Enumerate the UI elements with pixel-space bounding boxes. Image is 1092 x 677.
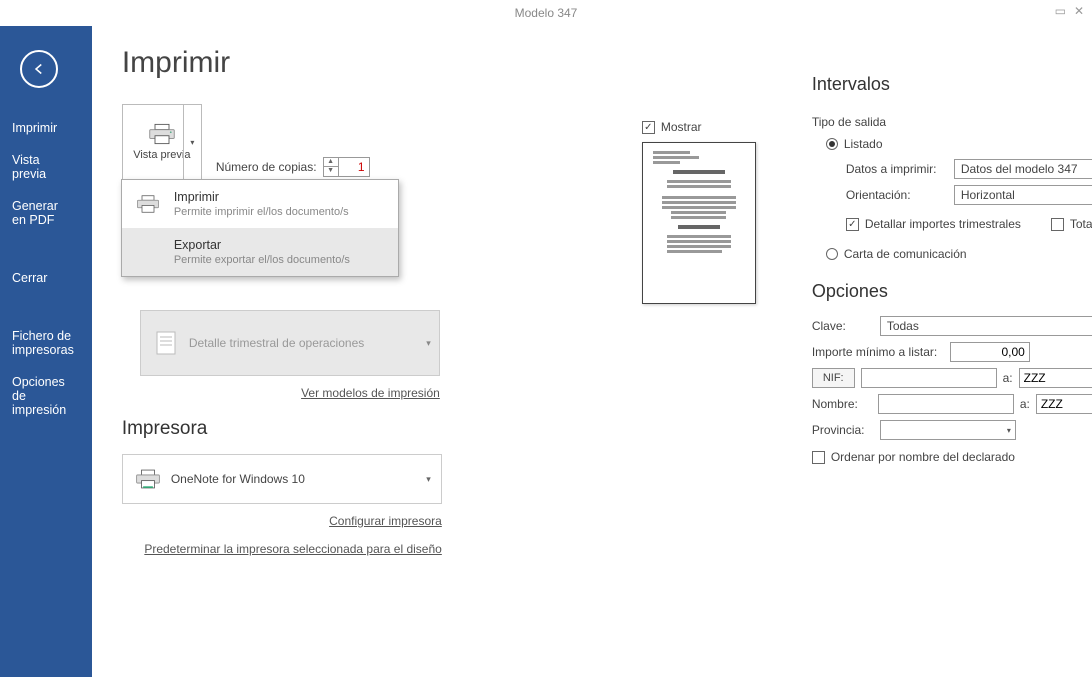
sidebar-item-vista-previa[interactable]: Vista previa — [0, 144, 92, 190]
printer-select[interactable]: OneNote for Windows 10 ▾ — [122, 454, 442, 504]
sidebar-item-opciones-impresion[interactable]: Opciones de impresión — [0, 366, 92, 426]
radio-icon — [826, 248, 838, 260]
listado-label: Listado — [844, 137, 883, 151]
document-icon — [155, 330, 177, 356]
sidebar: Imprimir Vista previa Generar en PDF Cer… — [0, 26, 92, 677]
dd-imprimir-sub: Permite imprimir el/los documento/s — [174, 206, 349, 218]
opciones-heading: Opciones — [812, 281, 1092, 302]
predeterminar-link[interactable]: Predeterminar la impresora seleccionada … — [144, 542, 442, 556]
dropdown-item-exportar[interactable]: Exportar Permite exportar el/los documen… — [122, 228, 398, 276]
nif-to-input[interactable] — [1019, 368, 1092, 388]
page-preview-thumbnail[interactable] — [642, 142, 756, 304]
vista-previa-caret[interactable]: ▾ — [183, 105, 201, 179]
mostrar-label: Mostrar — [661, 120, 702, 134]
close-icon[interactable]: ✕ — [1074, 4, 1084, 18]
provincia-label: Provincia: — [812, 423, 872, 437]
back-button[interactable] — [20, 50, 58, 88]
intervalos-heading: Intervalos — [812, 74, 1092, 95]
importe-label: Importe mínimo a listar: — [812, 345, 942, 359]
importe-input[interactable] — [950, 342, 1030, 362]
radio-carta[interactable]: Carta de comunicación — [826, 247, 1092, 261]
nif-from-input[interactable] — [861, 368, 997, 388]
totalizar-label: Totalizar registros — [1070, 217, 1092, 231]
clave-select[interactable]: Todas▾ — [880, 316, 1092, 336]
minimize-icon[interactable]: ▭ — [1055, 4, 1066, 18]
provincia-select[interactable]: ▾ — [880, 420, 1016, 440]
a-label-1: a: — [1003, 371, 1013, 385]
carta-label: Carta de comunicación — [844, 247, 967, 261]
clave-label: Clave: — [812, 319, 872, 333]
spinner-down[interactable]: ▼ — [324, 167, 338, 176]
config-impresora-link[interactable]: Configurar impresora — [329, 514, 442, 528]
vista-previa-dropdown: Imprimir Permite imprimir el/los documen… — [121, 179, 399, 277]
copies-label: Número de copias: — [216, 160, 317, 174]
orientacion-select[interactable]: Horizontal▾ — [954, 185, 1092, 205]
impresora-heading: Impresora — [122, 418, 602, 440]
dd-exportar-title: Exportar — [174, 238, 350, 252]
radio-icon — [826, 138, 838, 150]
sidebar-item-fichero-impresoras[interactable]: Fichero de impresoras — [0, 320, 92, 366]
copies-input[interactable] — [339, 160, 369, 174]
mostrar-checkbox[interactable]: ✓ — [642, 121, 655, 134]
ordenar-checkbox[interactable] — [812, 451, 825, 464]
ver-modelos-link[interactable]: Ver modelos de impresión — [301, 386, 440, 400]
page-heading: Imprimir — [122, 46, 602, 80]
sidebar-item-generar-pdf[interactable]: Generar en PDF — [0, 190, 92, 236]
a-label-2: a: — [1020, 397, 1030, 411]
sidebar-item-imprimir[interactable]: Imprimir — [0, 112, 92, 144]
printer-name: OneNote for Windows 10 — [171, 472, 305, 486]
printer-icon — [148, 123, 176, 145]
dropdown-item-imprimir[interactable]: Imprimir Permite imprimir el/los documen… — [122, 180, 398, 228]
totalizar-checkbox[interactable] — [1051, 218, 1064, 231]
nombre-to-input[interactable] — [1036, 394, 1092, 414]
dd-imprimir-title: Imprimir — [174, 190, 349, 204]
dd-exportar-sub: Permite exportar el/los documento/s — [174, 254, 350, 266]
nombre-from-input[interactable] — [878, 394, 1014, 414]
detallar-label: Detallar importes trimestrales — [865, 217, 1021, 231]
printer-icon — [136, 194, 160, 214]
sidebar-item-cerrar[interactable]: Cerrar — [0, 262, 92, 294]
vista-previa-button[interactable]: Vista previa ▾ — [122, 104, 202, 180]
printer-icon — [135, 468, 161, 490]
ordenar-label: Ordenar por nombre del declarado — [831, 450, 1015, 464]
detallar-checkbox[interactable]: ✓ — [846, 218, 859, 231]
window-title: Modelo 347 — [515, 6, 578, 20]
datos-imprimir-label: Datos a imprimir: — [846, 162, 946, 176]
detalle-label: Detalle trimestral de operaciones — [189, 336, 364, 350]
orientacion-label: Orientación: — [846, 188, 946, 202]
nif-button[interactable]: NIF: — [812, 368, 855, 388]
title-bar: Modelo 347 ▭ ✕ — [0, 0, 1092, 26]
nombre-label: Nombre: — [812, 397, 872, 411]
copies-spinner[interactable]: ▲ ▼ — [323, 157, 370, 177]
radio-listado[interactable]: Listado — [826, 137, 1092, 151]
datos-imprimir-select[interactable]: Datos del modelo 347▾ — [954, 159, 1092, 179]
tipo-salida-label: Tipo de salida — [812, 115, 1092, 129]
spinner-up[interactable]: ▲ — [324, 158, 338, 167]
detalle-dropdown[interactable]: Detalle trimestral de operaciones ▾ — [140, 310, 440, 376]
